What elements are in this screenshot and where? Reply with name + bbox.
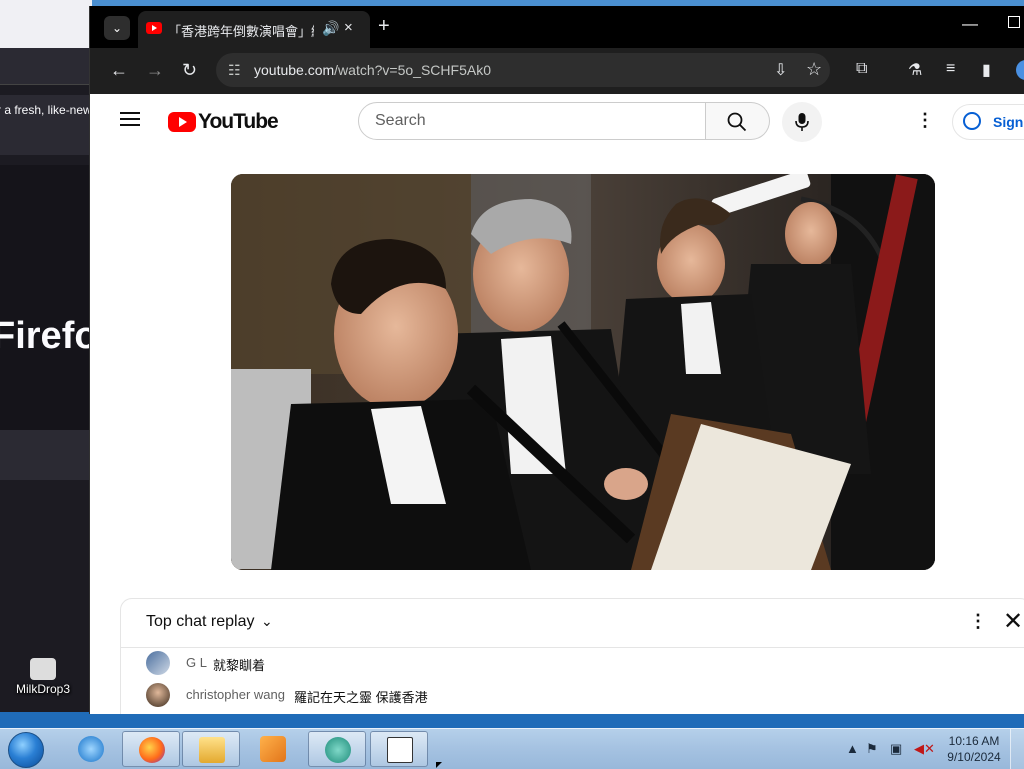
settings-more-icon[interactable]: ⋮	[916, 110, 934, 131]
firefox-window[interactable]: r a fresh, like-new Firefo	[0, 0, 92, 712]
desktop-icon-label: MilkDrop3	[15, 682, 70, 696]
clock-time: 10:16 AM	[948, 734, 1000, 748]
taskbar: ▲ ⚑ ▣ ◀✕ 10:16 AM 9/10/2024	[0, 728, 1024, 769]
show-hidden-icons-icon[interactable]: ▲	[846, 741, 859, 756]
tab-search-button[interactable]: ⌄	[104, 16, 130, 40]
folder-icon	[199, 737, 225, 763]
labs-flask-icon[interactable]: ⚗	[908, 60, 922, 80]
chat-text: 就黎瞓着	[213, 658, 266, 673]
media-player-icon	[260, 736, 286, 762]
forward-button[interactable]: →	[146, 60, 164, 81]
video-frame	[231, 174, 935, 570]
youtube-logo[interactable]: YouTube	[166, 110, 279, 134]
network-icon[interactable]: ▣	[890, 741, 902, 757]
close-icon[interactable]: ✕	[1003, 607, 1023, 636]
maximize-button[interactable]	[1008, 16, 1020, 28]
browser-tab[interactable]: 「香港跨年倒數演唱會」線上 🔊 ×	[138, 11, 370, 48]
search-button[interactable]	[706, 102, 770, 140]
taskbar-firefox[interactable]	[122, 731, 180, 767]
show-desktop-button[interactable]	[1010, 729, 1024, 769]
windows-logo-icon	[8, 732, 44, 768]
browser-toolbar: ← → ↻ ☷ youtube.com/watch?v=5o_SCHF5Ak0 …	[90, 48, 1024, 94]
app-icon	[325, 737, 351, 763]
volume-muted-icon[interactable]: ◀✕	[914, 741, 935, 757]
taskbar-internet-explorer[interactable]	[62, 731, 120, 767]
chat-more-options-icon[interactable]: ⋮	[969, 611, 987, 632]
account-icon	[963, 112, 981, 130]
chat-replay-panel: Top chat replay ⌄ ⋮ ✕ G L 就黎瞓着 christoph…	[120, 598, 1024, 714]
side-panel-icon[interactable]: ▮	[982, 60, 991, 80]
chat-author: G L	[186, 655, 207, 670]
avatar	[146, 651, 170, 675]
taskbar-milkdrop[interactable]	[370, 731, 428, 767]
firefox-notice-text: r a fresh, like-new	[0, 103, 92, 117]
search-input[interactable]: Search	[358, 102, 706, 140]
new-tab-button[interactable]: +	[378, 15, 390, 38]
firefox-toolbar	[0, 48, 92, 85]
start-button[interactable]	[4, 730, 46, 768]
desktop-icon-milkdrop[interactable]: MilkDrop3	[8, 658, 78, 702]
video-player[interactable]	[231, 174, 935, 570]
chat-message: G L 就黎瞓着	[146, 651, 1024, 677]
internet-explorer-icon	[78, 736, 104, 762]
milkdrop-icon	[30, 658, 56, 680]
site-info-icon[interactable]: ☷	[228, 62, 241, 79]
mouse-cursor-icon	[436, 762, 442, 768]
tab-title: 「香港跨年倒數演唱會」線上	[168, 24, 314, 39]
firefox-titlebar[interactable]	[0, 0, 92, 48]
youtube-logo-text: YouTube	[198, 110, 279, 133]
clock[interactable]: 10:16 AM 9/10/2024	[944, 733, 1004, 765]
url-path: /watch?v=5o_SCHF5Ak0	[334, 62, 491, 78]
chrome-window[interactable]: ⌄ 「香港跨年倒數演唱會」線上 🔊 × + — ← → ↻ ☷ youtube.…	[89, 6, 1024, 714]
milkdrop-icon	[387, 737, 413, 763]
hamburger-menu-icon[interactable]	[120, 112, 140, 126]
url-text[interactable]: youtube.com/watch?v=5o_SCHF5Ak0	[254, 62, 491, 78]
minimize-button[interactable]: —	[962, 16, 978, 34]
taskbar-media-player[interactable]	[244, 731, 302, 767]
chat-message: christopher wang 羅記在天之靈 保護香港	[146, 683, 1024, 709]
taskbar-chrome[interactable]	[308, 731, 366, 767]
youtube-play-logo-icon	[168, 112, 196, 132]
system-tray: ▲ ⚑ ▣ ◀✕	[842, 729, 942, 769]
chat-mode-dropdown[interactable]: Top chat replay	[146, 613, 255, 631]
url-host: youtube.com	[254, 62, 335, 78]
tab-strip: ⌄ 「香港跨年倒數演唱會」線上 🔊 × + —	[90, 6, 1024, 48]
reload-button[interactable]: ↻	[182, 60, 197, 81]
firefox-panel	[0, 480, 92, 655]
sign-in-button[interactable]: Sign	[952, 104, 1024, 140]
action-center-flag-icon[interactable]: ⚑	[866, 741, 878, 757]
chat-text: 羅記在天之靈 保護香港	[294, 690, 428, 705]
clock-date: 9/10/2024	[947, 750, 1001, 764]
chat-header: Top chat replay ⌄ ⋮ ✕	[121, 599, 1024, 648]
profile-avatar[interactable]	[1016, 60, 1024, 80]
speaker-icon[interactable]: 🔊	[322, 20, 339, 37]
chevron-down-icon[interactable]: ⌄	[261, 613, 273, 630]
install-app-icon[interactable]: ⇩	[774, 60, 787, 80]
extensions-icon[interactable]: ⧉	[856, 60, 867, 78]
media-queue-icon[interactable]: ≡	[946, 60, 955, 78]
address-bar[interactable]: ☷ youtube.com/watch?v=5o_SCHF5Ak0 ⇩ ☆	[216, 53, 830, 87]
back-button[interactable]: ←	[110, 60, 128, 81]
youtube-favicon-icon	[146, 22, 162, 34]
sign-in-label: Sign	[993, 114, 1024, 130]
firefox-hero-text: Firefo	[0, 315, 92, 357]
chat-author: christopher wang	[186, 687, 285, 702]
tab-close-button[interactable]: ×	[344, 19, 353, 36]
microphone-icon	[795, 113, 809, 131]
voice-search-button[interactable]	[782, 102, 822, 142]
firefox-icon	[139, 737, 165, 763]
bookmark-star-icon[interactable]: ☆	[806, 59, 822, 80]
youtube-page: YouTube Search ⋮ Sign Top chat replay ⌄ …	[90, 94, 1024, 714]
search-icon	[727, 112, 747, 132]
taskbar-file-explorer[interactable]	[182, 731, 240, 767]
firefox-notice: r a fresh, like-new	[0, 95, 92, 155]
firefox-hero: Firefo	[0, 165, 92, 430]
firefox-panel	[0, 430, 92, 480]
avatar	[146, 683, 170, 707]
